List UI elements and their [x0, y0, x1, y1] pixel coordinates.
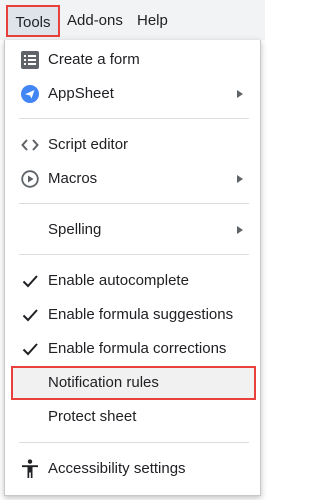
menu-item-label: Spelling — [48, 221, 102, 238]
menu-item-label: Macros — [48, 170, 98, 187]
menu-item-label: Create a form — [48, 51, 140, 68]
menu-item-accessibility-settings[interactable]: Accessibility settings — [5, 452, 260, 486]
menu-item-enable-formula-suggestions[interactable]: Enable formula suggestions — [5, 298, 260, 332]
tools-dropdown-menu: Create a form AppSheet Script editor Mac… — [4, 40, 261, 496]
menu-item-create-a-form[interactable]: Create a form — [5, 43, 260, 77]
menu-divider — [19, 203, 249, 204]
menu-addons[interactable]: Add-ons — [67, 10, 123, 32]
menu-item-appsheet[interactable]: AppSheet — [5, 77, 260, 111]
menu-item-protect-sheet[interactable]: Protect sheet — [5, 400, 260, 434]
menu-item-label: Enable formula corrections — [48, 340, 227, 357]
menu-help[interactable]: Help — [137, 10, 168, 32]
menu-item-enable-formula-corrections[interactable]: Enable formula corrections — [5, 332, 260, 366]
menu-divider — [19, 118, 249, 119]
menu-item-spelling[interactable]: Spelling — [5, 213, 260, 247]
submenu-arrow-icon — [237, 175, 243, 183]
menu-item-notification-rules[interactable]: Notification rules — [5, 366, 260, 400]
check-icon — [20, 271, 40, 291]
menu-item-label: Enable autocomplete — [48, 272, 189, 289]
menu-item-label: Accessibility settings — [48, 460, 186, 477]
check-icon — [20, 339, 40, 359]
menu-tools[interactable]: Tools — [6, 5, 60, 37]
menu-item-label: AppSheet — [48, 85, 114, 102]
submenu-arrow-icon — [237, 90, 243, 98]
menu-item-label: Enable formula suggestions — [48, 306, 234, 323]
menu-item-script-editor[interactable]: Script editor — [5, 128, 260, 162]
submenu-arrow-icon — [237, 226, 243, 234]
form-list-icon — [20, 50, 40, 70]
menu-divider — [19, 442, 249, 443]
play-circle-icon — [20, 169, 40, 189]
code-icon — [20, 135, 40, 155]
menu-item-label: Protect sheet — [48, 408, 137, 425]
accessibility-icon — [20, 459, 40, 479]
menu-bar: Tools Add-ons Help — [0, 0, 265, 40]
menu-divider — [19, 254, 249, 255]
menu-item-label: Script editor — [48, 136, 129, 153]
menu-item-macros[interactable]: Macros — [5, 162, 260, 196]
appsheet-icon — [20, 84, 40, 104]
menu-item-label: Notification rules — [48, 374, 159, 391]
check-icon — [20, 305, 40, 325]
menu-item-enable-autocomplete[interactable]: Enable autocomplete — [5, 264, 260, 298]
